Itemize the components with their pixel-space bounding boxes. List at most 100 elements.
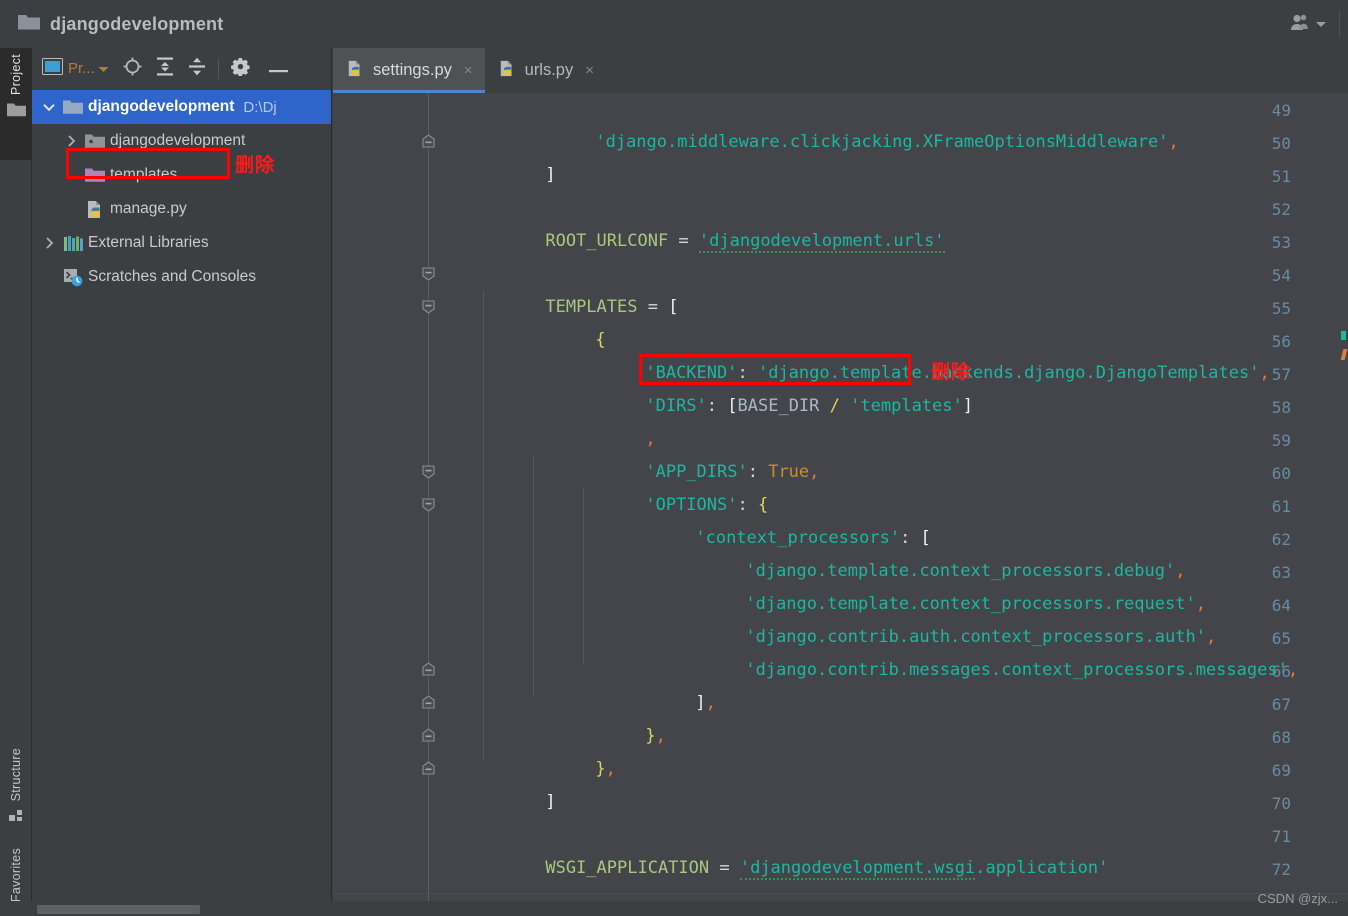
fold-marker-line50[interactable] [421,134,436,149]
fold-marker-line55[interactable] [421,299,436,314]
close-icon[interactable]: × [464,62,473,79]
watermark-text: CSDN @zjx... [1257,891,1338,906]
user-accounts-icon[interactable] [1289,13,1311,36]
code-line-68: }, [595,759,616,779]
toolbar-divider [1339,11,1340,37]
editor-bottom-divider [333,893,1348,894]
tab-urls-py[interactable]: urls.py × [485,48,606,93]
chevron-expanded-icon[interactable] [38,103,60,112]
horizontal-scrollbar[interactable] [37,905,200,914]
chevron-down-icon[interactable] [1315,15,1327,33]
fold-marker-line60[interactable] [421,464,436,479]
annotation-text-dirs: 删除 [931,361,972,383]
rail-label-favorites: Favorites [9,848,23,903]
fold-marker-line67[interactable] [421,695,436,710]
gear-icon [230,57,250,81]
status-bar [0,901,1348,916]
collapse-all-icon [188,57,206,81]
title-bar: djangodevelopment [0,0,1348,48]
pycharm-window: djangodevelopment Project Structure Favo… [0,0,1348,916]
toolbar-divider [217,58,219,79]
tree-project-path: D:\Dj [243,98,277,116]
tree-row-module-djangodevelopment[interactable]: djangodevelopment [32,124,331,158]
tree-label: External Libraries [88,234,209,251]
line-number-gutter [333,93,435,901]
tool-window-rail: Project Structure Favorites [0,48,32,916]
editor-marker-strip[interactable] [1334,93,1348,901]
tree-label: djangodevelopment [110,132,246,149]
folder-icon [18,13,40,35]
code-line-66: ], [695,693,716,713]
code-line-65: 'django.contrib.messages.context_process… [745,660,1299,680]
code-line-67: }, [645,726,666,746]
code-line-59: 'APP_DIRS': True, [645,462,820,482]
minimize-icon [268,60,288,78]
code-line-62: 'django.template.context_processors.debu… [745,561,1186,581]
code-line-52: ROOT_URLCONF = 'djangodevelopment.urls' [545,231,945,253]
project-toolbar: Pr... [32,48,331,89]
rail-button-structure[interactable]: Structure [0,748,32,828]
fold-marker-line66[interactable] [421,662,436,677]
tab-label: urls.py [524,61,574,79]
editor-tab-bar: settings.py × urls.py × [333,48,1348,93]
expand-all-button[interactable] [156,57,174,81]
code-line-55: { [595,330,606,350]
folder-icon [6,102,26,122]
chevron-down-icon[interactable] [98,60,109,78]
tab-label: settings.py [373,61,452,79]
tree-row-project-root[interactable]: djangodevelopment D:\Dj [32,90,331,124]
title-bar-right [1289,0,1348,48]
project-title: djangodevelopment [50,13,224,34]
structure-icon [8,808,24,828]
code-line-61: 'context_processors': [ [695,528,931,548]
tree-row-templates[interactable]: templates [32,158,331,192]
code-line-63: 'django.template.context_processors.requ… [745,594,1206,614]
chevron-collapsed-icon[interactable] [60,135,82,147]
rail-button-project[interactable]: Project [0,48,32,160]
rail-label-structure: Structure [9,748,23,802]
rail-label-project: Project [9,54,23,96]
marker-warning [1341,331,1346,340]
code-line-60: 'OPTIONS': { [645,495,769,515]
tree-label: templates [110,166,178,183]
project-view-selector[interactable]: Pr... [42,57,109,80]
scroll-from-source-button[interactable] [123,57,142,81]
code-line-54: TEMPLATES = [ [545,297,679,317]
project-tree: djangodevelopment D:\Dj djangodevelopmen… [32,89,331,294]
project-view-label: Pr... [68,60,95,77]
fold-marker-line68[interactable] [421,728,436,743]
code-line-57: 'DIRS': [BASE_DIR / 'templates'] [645,396,973,416]
chevron-collapsed-icon[interactable] [38,237,60,249]
python-file-icon [499,60,516,82]
code-line-69: ] [545,792,556,812]
python-file-icon [82,200,108,219]
annotation-text-templates: 删除 [235,154,276,176]
fold-marker-line61[interactable] [421,497,436,512]
project-tool-window: Pr... djangodevelopment D:\Dj djangodeve… [32,48,332,901]
code-text: 'django.middleware.clickjacking.XFrameOp… [435,93,1348,901]
collapse-all-button[interactable] [188,57,206,81]
code-editor[interactable]: 49 50 51 52 53 54 55 56 57 58 59 60 61 62 63 64 65 66 67 68… [333,93,1348,901]
settings-button[interactable] [230,57,250,81]
tree-label: Scratches and Consoles [88,268,257,285]
code-line-49: 'django.middleware.clickjacking.XFrameOp… [595,132,1179,152]
code-line-64: 'django.contrib.auth.context_processors.… [745,627,1217,647]
fold-marker-line54[interactable] [421,266,436,281]
code-line-71: WSGI_APPLICATION = 'djangodevelopment.ws… [545,858,1109,880]
code-line-58: , [645,429,656,449]
tree-row-external-libraries[interactable]: External Libraries [32,226,331,260]
tab-settings-py[interactable]: settings.py × [333,48,485,93]
hide-panel-button[interactable] [268,60,288,78]
module-folder-icon [82,133,108,149]
tree-label: djangodevelopment [88,98,235,115]
fold-marker-line69[interactable] [421,761,436,776]
templates-folder-icon [82,167,108,183]
scratches-icon [60,268,86,287]
marker-error [1340,349,1348,360]
folder-icon [60,99,86,115]
expand-all-icon [156,57,174,81]
tree-row-manage-py[interactable]: manage.py [32,192,331,226]
tree-row-scratches-and-consoles[interactable]: Scratches and Consoles [32,260,331,294]
project-view-icon [42,57,63,80]
close-icon[interactable]: × [585,62,594,79]
